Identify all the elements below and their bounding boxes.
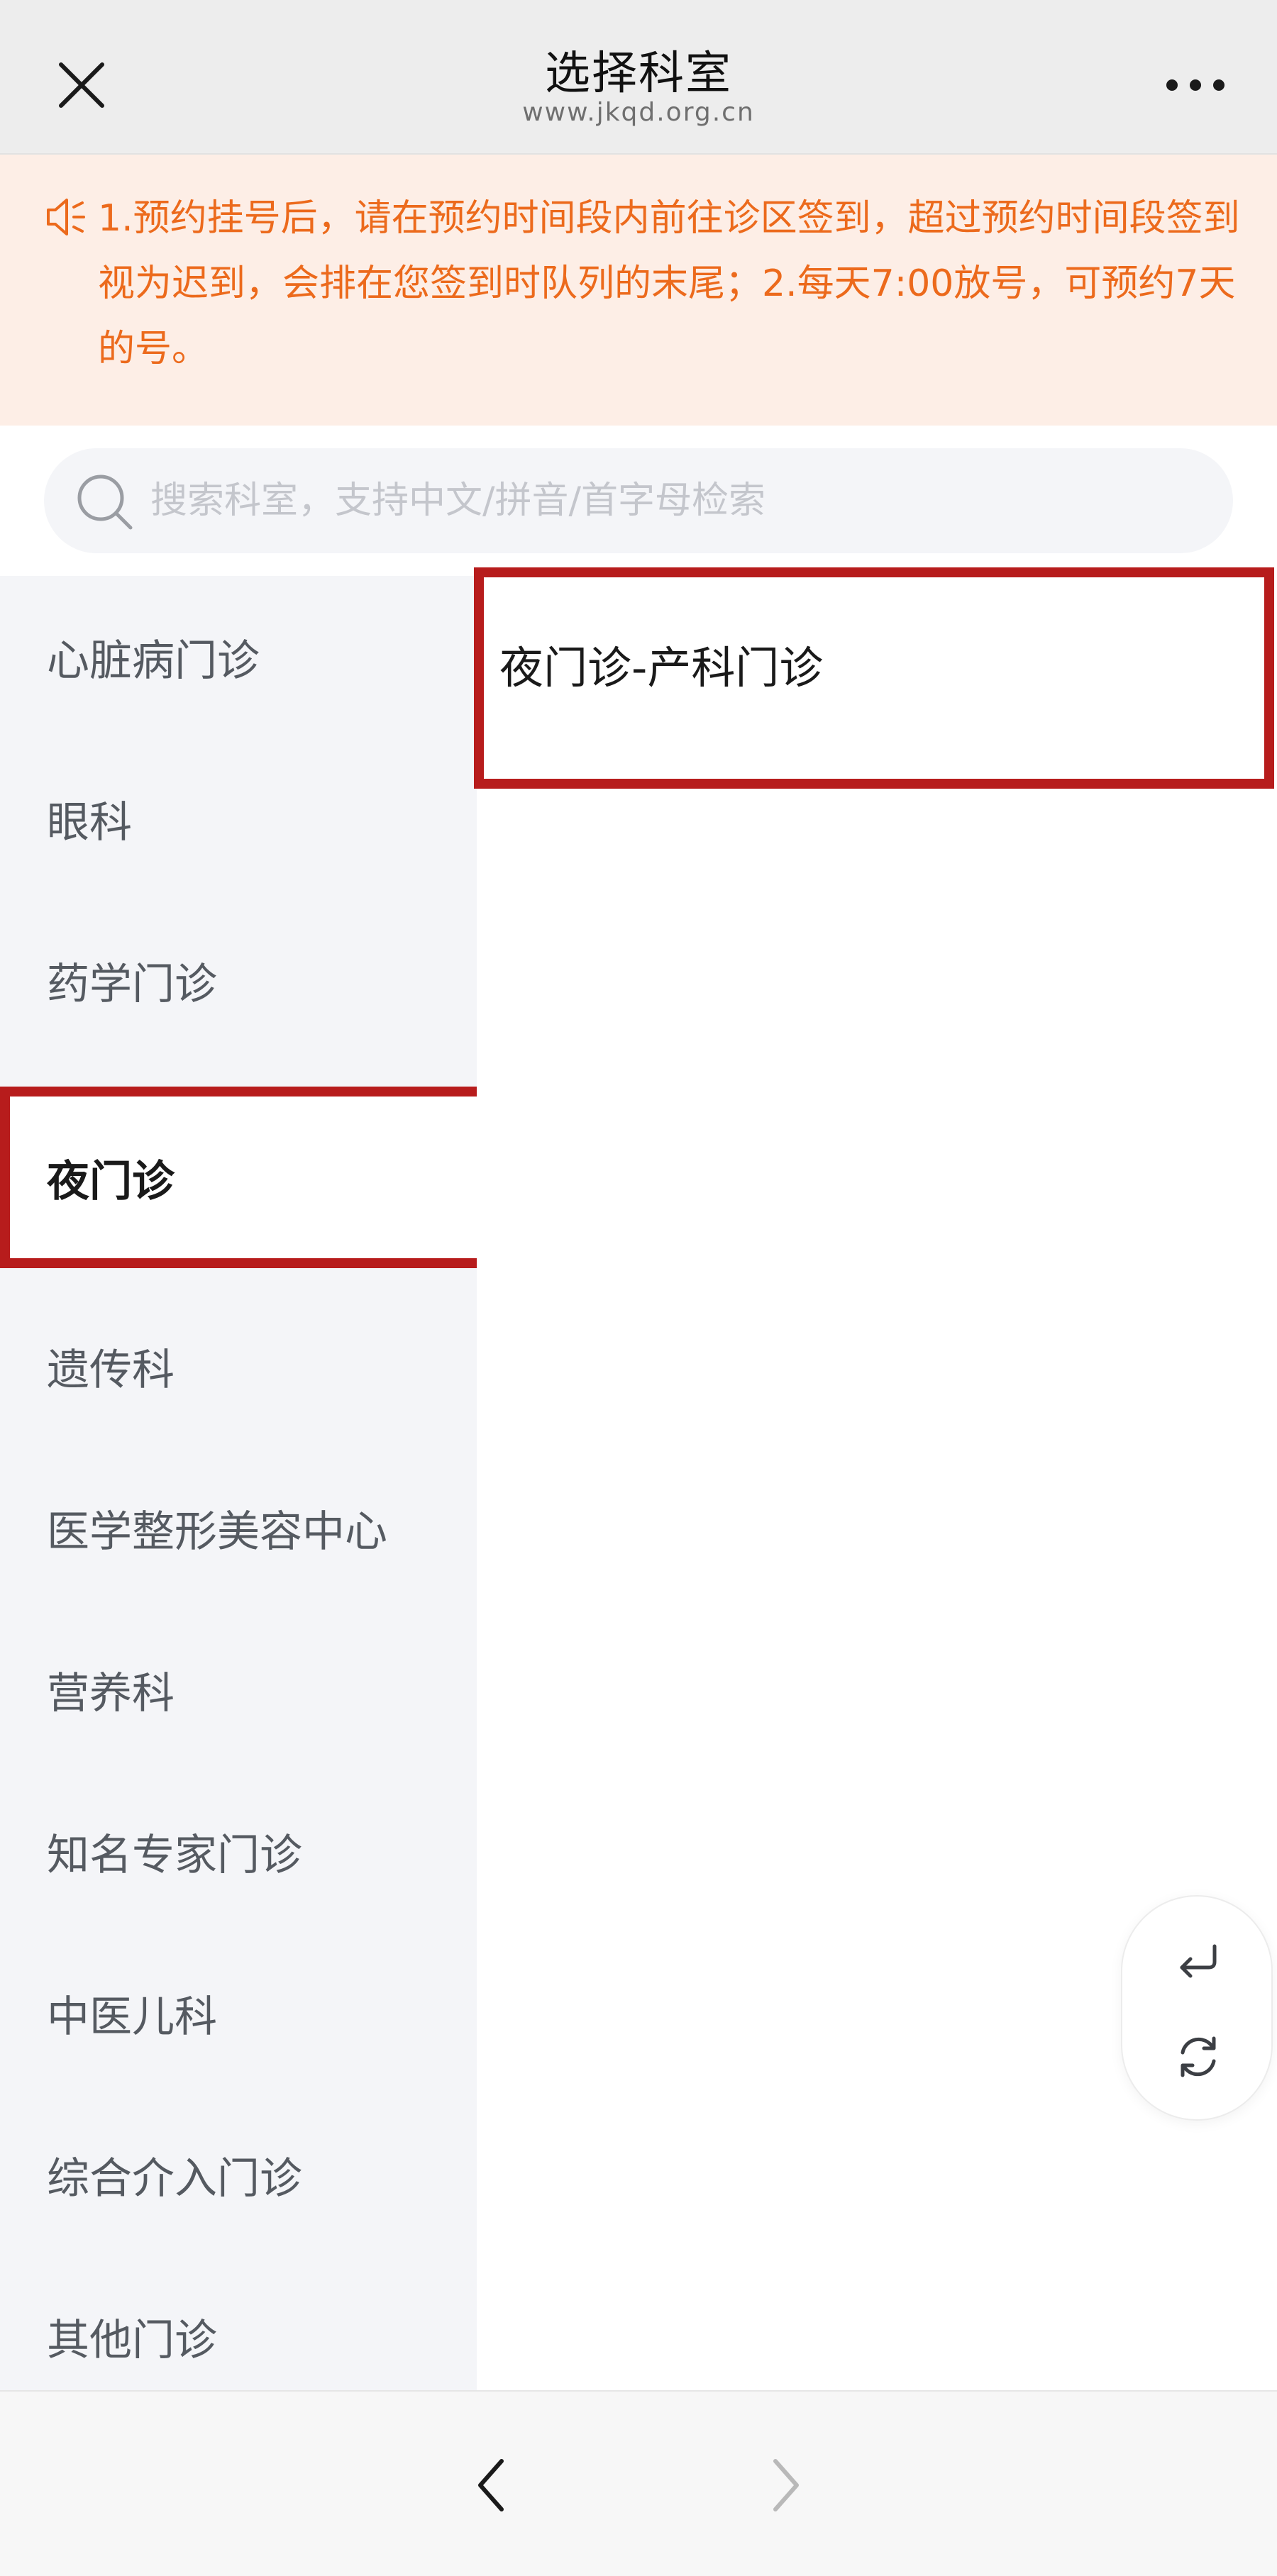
more-icon xyxy=(1166,79,1225,91)
bottom-nav xyxy=(0,2390,1277,2576)
return-button[interactable] xyxy=(1163,1926,1234,1997)
floating-toolbar xyxy=(1121,1895,1273,2121)
speaker-icon xyxy=(47,199,85,235)
chevron-right-icon xyxy=(773,2459,799,2511)
search-input[interactable] xyxy=(150,448,1200,553)
page-title: 选择科室 xyxy=(545,48,732,100)
search-icon xyxy=(77,474,133,530)
top-bar: 选择科室 www.jkqd.org.cn xyxy=(0,0,1277,155)
sidebar-item[interactable]: 眼科 xyxy=(0,738,477,899)
sidebar-item[interactable]: 心脏病门诊 xyxy=(0,576,477,738)
forward-button[interactable] xyxy=(743,2443,829,2528)
refresh-button[interactable] xyxy=(1163,2021,1234,2092)
sidebar-item[interactable]: 营养科 xyxy=(0,1609,477,1770)
notice-text: 1.预约挂号后，请在预约时间段内前往诊区签到，超过预约时间段签到视为迟到，会排在… xyxy=(98,197,1240,370)
sidebar-item-selected[interactable]: 夜门诊 xyxy=(0,1087,487,1268)
page-url: www.jkqd.org.cn xyxy=(522,98,755,127)
sub-department-list: 夜门诊-产科门诊 xyxy=(474,567,1277,2390)
search-bar[interactable] xyxy=(44,448,1233,553)
sidebar-item[interactable]: 药学门诊 xyxy=(0,899,477,1061)
sidebar-item[interactable]: 中医儿科 xyxy=(0,1932,477,2094)
sidebar-item[interactable]: 综合介入门诊 xyxy=(0,2094,477,2255)
refresh-icon xyxy=(1181,2036,1216,2077)
sidebar-item[interactable]: 医学整形美容中心 xyxy=(0,1447,477,1609)
back-button[interactable] xyxy=(448,2443,534,2528)
department-list: 心脏病门诊 眼科 药学门诊 夜门诊 遗传科 医学整形美容中心 营养科 知名专家门… xyxy=(0,576,487,2390)
sub-department-item[interactable]: 夜门诊-产科门诊 xyxy=(474,567,1274,789)
search-section xyxy=(0,426,1277,576)
page: 选择科室 www.jkqd.org.cn 1.预约挂号后，请在预约时间段内前往诊… xyxy=(0,0,1277,2576)
more-button[interactable] xyxy=(1156,64,1234,106)
sidebar-item[interactable]: 遗传科 xyxy=(0,1285,477,1447)
sidebar-item[interactable]: 知名专家门诊 xyxy=(0,1770,477,1932)
chevron-left-icon xyxy=(478,2459,504,2511)
return-icon xyxy=(1180,1944,1217,1978)
